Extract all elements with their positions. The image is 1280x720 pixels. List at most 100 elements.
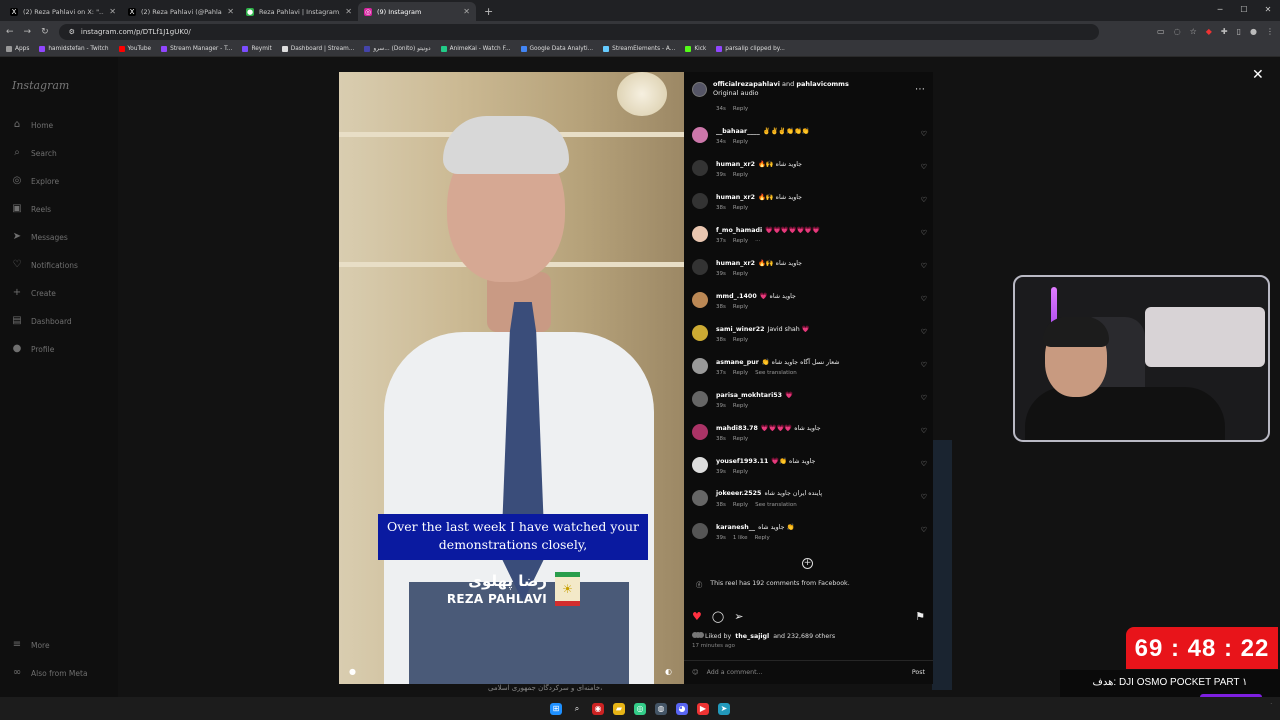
avatar[interactable] bbox=[692, 523, 708, 539]
sidebar-item-more[interactable]: ≡ More bbox=[12, 640, 50, 650]
bookmark[interactable]: hamidstefan - Twitch bbox=[39, 46, 109, 52]
avatar[interactable] bbox=[692, 391, 708, 407]
comment-username[interactable]: human_xr2 bbox=[716, 260, 755, 267]
comment-like-icon[interactable]: ♡ bbox=[921, 295, 927, 303]
bookmark[interactable]: parsalip clipped by... bbox=[716, 46, 785, 52]
reply-button[interactable]: Reply bbox=[733, 436, 748, 442]
comment-username[interactable]: yousef1993.11 bbox=[716, 458, 768, 465]
reply-button[interactable]: Reply bbox=[733, 469, 748, 475]
bookmark[interactable]: Stream Manager - T... bbox=[161, 46, 232, 52]
avatar[interactable] bbox=[692, 424, 708, 440]
site-info-icon[interactable]: ⚙ bbox=[69, 28, 75, 36]
sidebar-item-search[interactable]: ⌕ Search bbox=[12, 148, 57, 158]
comment-extra[interactable]: See translation bbox=[755, 502, 797, 508]
media-icon[interactable]: ▶ bbox=[697, 702, 709, 715]
avatar[interactable] bbox=[692, 490, 708, 506]
sidepanel-icon[interactable]: ▯ bbox=[1237, 27, 1241, 36]
close-tab-icon[interactable]: ✕ bbox=[109, 7, 116, 16]
folder-icon[interactable]: ▰ bbox=[613, 702, 625, 715]
app-icon[interactable]: ◉ bbox=[592, 702, 604, 715]
bookmark[interactable]: Google Data Analyti... bbox=[520, 46, 593, 52]
comment-like-icon[interactable]: ♡ bbox=[921, 229, 927, 237]
windows-start-icon[interactable]: ⊞ bbox=[550, 702, 562, 715]
chrome-icon[interactable]: ◎ bbox=[634, 702, 646, 715]
author-link[interactable]: pahlavicomms bbox=[796, 80, 848, 88]
comment-extra[interactable]: 1 like bbox=[733, 535, 748, 541]
comment-like-icon[interactable]: ♡ bbox=[921, 427, 927, 435]
likes-count[interactable]: Liked by the_sajigl and 232,689 others bbox=[692, 632, 835, 640]
reply-button[interactable]: Reply bbox=[733, 304, 748, 310]
like-icon[interactable]: ♥ bbox=[692, 610, 702, 624]
sidebar-item-home[interactable]: ⌂ Home bbox=[12, 120, 53, 130]
comment-like-icon[interactable]: ♡ bbox=[921, 394, 927, 402]
reply-button[interactable]: Reply bbox=[733, 403, 748, 409]
comment-like-icon[interactable]: ♡ bbox=[921, 262, 927, 270]
bookmark[interactable]: Kick bbox=[685, 46, 706, 52]
reply-button[interactable]: Reply bbox=[755, 535, 770, 541]
bookmark[interactable]: Reymit bbox=[242, 46, 272, 52]
telegram-icon[interactable]: ➤ bbox=[718, 702, 730, 715]
avatar[interactable] bbox=[692, 193, 708, 209]
comment-input[interactable]: Add a comment... bbox=[707, 669, 763, 676]
sidebar-item-reels[interactable]: ▣ Reels bbox=[12, 204, 51, 214]
author-link[interactable]: officialrezapahlavi bbox=[713, 80, 780, 88]
browser-tab-3[interactable]: ● Reza Pahlavi | Instagram, Facebook ✕ bbox=[240, 2, 358, 21]
bookmark[interactable]: AnimeKai - Watch F... bbox=[440, 46, 511, 52]
reply-button[interactable]: Reply bbox=[733, 172, 748, 178]
avatar[interactable] bbox=[692, 81, 707, 97]
sidebar-item-profile[interactable]: ● Profile bbox=[12, 344, 55, 354]
comment-username[interactable]: mmd_.1400 bbox=[716, 293, 757, 300]
comment-username[interactable]: mahdi83.78 bbox=[716, 425, 758, 432]
instagram-logo[interactable]: Instagram bbox=[12, 79, 69, 92]
share-icon[interactable]: ➢ bbox=[734, 610, 743, 624]
reload-icon[interactable]: ↻ bbox=[41, 27, 49, 37]
reply-button[interactable]: Reply bbox=[733, 337, 748, 343]
comment-extra[interactable]: ··· bbox=[755, 238, 760, 244]
reply-button[interactable]: Reply bbox=[733, 205, 748, 211]
forward-icon[interactable]: → bbox=[24, 27, 32, 37]
close-tab-icon[interactable]: ✕ bbox=[227, 7, 234, 16]
comment-like-icon[interactable]: ♡ bbox=[921, 163, 927, 171]
more-options-icon[interactable]: ⋯ bbox=[915, 84, 925, 95]
mute-icon[interactable]: ◐ bbox=[665, 667, 672, 676]
comment-username[interactable]: sami_winer22 bbox=[716, 326, 764, 333]
reel-video[interactable]: Over the last week I have watched your d… bbox=[339, 72, 684, 684]
reply-button[interactable]: Reply bbox=[733, 238, 748, 244]
comment-extra[interactable]: See translation bbox=[755, 370, 797, 376]
puzzle-icon[interactable]: ✚ bbox=[1221, 27, 1228, 36]
avatar[interactable] bbox=[692, 358, 708, 374]
reply-button[interactable]: Reply bbox=[733, 106, 748, 112]
sidebar-item-messages[interactable]: ➤ Messages bbox=[12, 232, 68, 242]
close-tab-icon[interactable]: ✕ bbox=[345, 7, 352, 16]
browser-tab-active[interactable]: ◎ (9) Instagram ✕ bbox=[358, 2, 476, 21]
avatar[interactable] bbox=[692, 259, 708, 275]
new-tab-button[interactable]: + bbox=[476, 5, 501, 21]
eye-off-icon[interactable]: ◌ bbox=[1174, 27, 1181, 36]
bookmark[interactable]: YouTube bbox=[118, 46, 151, 52]
close-icon[interactable]: ✕ bbox=[1252, 67, 1264, 83]
reply-button[interactable]: Reply bbox=[733, 502, 748, 508]
avatar[interactable] bbox=[692, 325, 708, 341]
back-icon[interactable]: ← bbox=[6, 27, 14, 37]
close-tab-icon[interactable]: ✕ bbox=[463, 7, 470, 16]
discord-icon[interactable]: ◕ bbox=[676, 702, 688, 715]
comment-username[interactable]: jokeeer.2525 bbox=[716, 490, 761, 497]
comment-like-icon[interactable]: ♡ bbox=[921, 328, 927, 336]
emoji-icon[interactable]: ☺ bbox=[692, 669, 699, 676]
comment-username[interactable]: human_xr2 bbox=[716, 161, 755, 168]
comment-like-icon[interactable]: ♡ bbox=[921, 493, 927, 501]
comment-username[interactable]: karanesh__ bbox=[716, 524, 755, 531]
bookmark[interactable]: سرو... (Donito) دونیتو bbox=[364, 46, 431, 52]
star-icon[interactable]: ☆ bbox=[1190, 27, 1197, 36]
profile-icon[interactable]: ● bbox=[1250, 27, 1257, 36]
menu-icon[interactable]: ⋮ bbox=[1266, 27, 1274, 36]
avatar[interactable] bbox=[692, 160, 708, 176]
comment-username[interactable]: human_xr2 bbox=[716, 194, 755, 201]
comment-like-icon[interactable]: ♡ bbox=[921, 460, 927, 468]
avatar[interactable] bbox=[692, 457, 708, 473]
avatar[interactable] bbox=[692, 127, 708, 143]
avatar[interactable] bbox=[692, 292, 708, 308]
comment-like-icon[interactable]: ♡ bbox=[921, 361, 927, 369]
comment-username[interactable]: asmane_pur bbox=[716, 359, 759, 366]
avatar[interactable] bbox=[692, 226, 708, 242]
